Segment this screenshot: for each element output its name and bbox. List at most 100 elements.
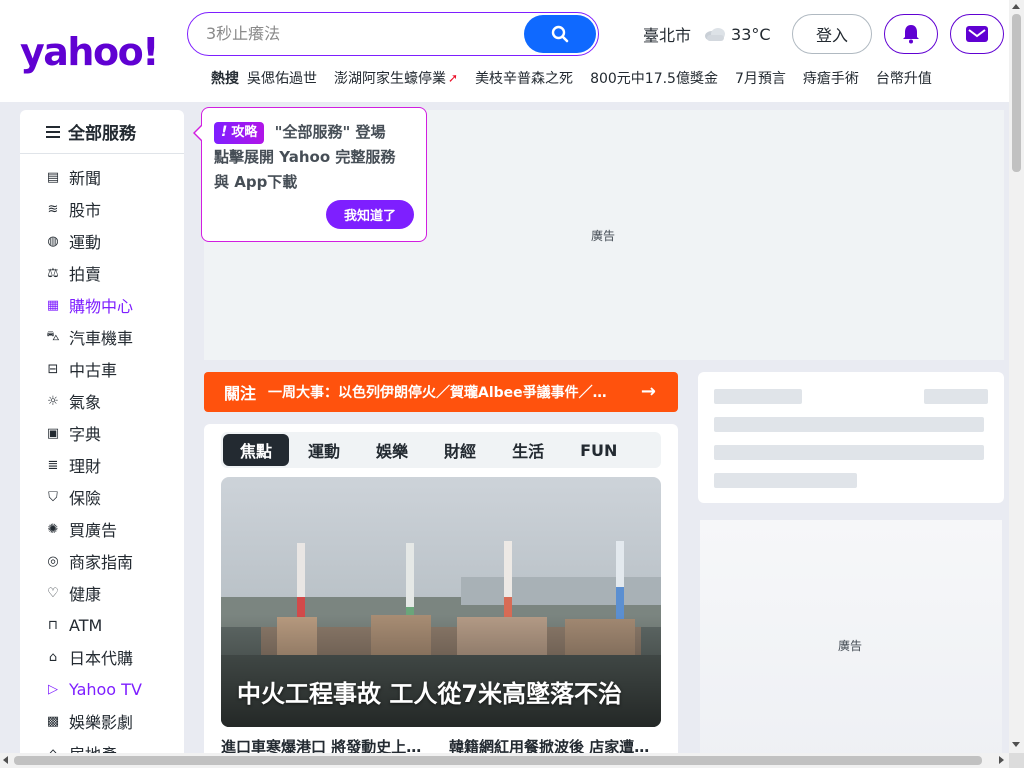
trending-item[interactable]: 800元中17.5億獎金: [590, 68, 718, 88]
sidebar-item-label: 拍賣: [69, 265, 102, 284]
search-input[interactable]: [206, 13, 526, 54]
skeleton-line: [924, 389, 988, 404]
tooltip-text: ! 攻略 "全部服務" 登場 點擊展開 Yahoo 完整服務 與 App下載: [214, 120, 414, 195]
search-button[interactable]: [524, 15, 596, 53]
ad-label: 廣告: [591, 229, 616, 243]
sidebar-item-label: 購物中心: [69, 297, 134, 316]
all-services-label: 全部服務: [68, 124, 136, 144]
tooltip-dismiss-button[interactable]: 我知道了: [326, 200, 414, 229]
weather-city: 臺北市: [643, 26, 692, 45]
sidebar-item[interactable]: ▩ 娛樂影劇: [20, 705, 184, 737]
scroll-left-icon[interactable]: [3, 756, 8, 764]
notifications-button[interactable]: [884, 14, 938, 54]
search-icon: [551, 25, 569, 43]
sidebar-item[interactable]: ⌂ 日本代購: [20, 641, 184, 673]
focus-banner[interactable]: 關注 一周大事：以色列伊朗停火／賀瓏Albee爭議事件／賴清德罷免風波 →: [204, 372, 678, 412]
scrollbar-corner: [1009, 753, 1024, 768]
vertical-scroll-thumb[interactable]: [1012, 14, 1021, 172]
sidebar-item-label: 氣象: [69, 393, 102, 412]
tooltip-line1: "全部服務" 登場: [274, 123, 386, 141]
trending-item[interactable]: 吳偲佑過世: [247, 68, 317, 88]
sidebar-item[interactable]: ⊟ 中古車: [20, 353, 184, 385]
sidebar-item[interactable]: ♡ 健康: [20, 577, 184, 609]
trending-item-text: 痔瘡手術: [802, 71, 859, 87]
sidebar-item[interactable]: ≣ 理財: [20, 449, 184, 481]
tooltip-line3: 與 App下載: [214, 173, 298, 191]
tab-sports[interactable]: 運動: [291, 434, 357, 466]
sidebar-item-label: 買廣告: [69, 521, 118, 540]
shopping-icon: ▦: [46, 297, 60, 313]
focus-headline: 一周大事：以色列伊朗停火／賀瓏Albee爭議事件／賴清德罷免風波: [268, 385, 618, 401]
skeleton-line: [714, 445, 984, 460]
newspaper-icon: ▤: [46, 169, 60, 185]
sidebar-item[interactable]: ✺ 買廣告: [20, 513, 184, 545]
sidebar-item[interactable]: ▣ 字典: [20, 417, 184, 449]
tooltip-line2: 點擊展開 Yahoo 完整服務: [214, 148, 396, 166]
vertical-scrollbar[interactable]: [1009, 0, 1024, 768]
trending-item[interactable]: 美枝辛普森之死: [475, 68, 573, 88]
trending-item-text: 7月預言: [734, 71, 786, 87]
right-ad-banner[interactable]: 廣告: [700, 520, 1002, 768]
tooltip-tag: ! 攻略: [214, 121, 265, 144]
sidebar-item-label: 中古車: [69, 361, 118, 380]
horizontal-scroll-thumb[interactable]: [14, 756, 982, 765]
login-button[interactable]: 登入: [792, 14, 872, 54]
trending-item-text: 800元中17.5億獎金: [590, 71, 718, 87]
sidebar-item-label: 娛樂影劇: [69, 713, 134, 732]
car-icon: ⊟: [47, 361, 59, 377]
trending-item-text: 吳偲佑過世: [247, 71, 317, 87]
top-header: yahoo! 臺北市 33°C 登入 熱搜 吳偲: [0, 0, 1009, 102]
ball-icon: ◍: [47, 233, 59, 249]
tab-finance[interactable]: 財經: [427, 434, 493, 466]
coins-icon: ≣: [47, 457, 59, 473]
horizontal-scrollbar[interactable]: [0, 753, 1009, 768]
auction-icon: ⚖: [47, 265, 59, 281]
hero-headline: 中火工程事故 工人從7米高墜落不治: [237, 680, 623, 708]
scroll-right-icon[interactable]: [999, 756, 1004, 764]
sidebar-item[interactable]: ≋ 股市: [20, 193, 184, 225]
trending-item[interactable]: 7月預言: [735, 68, 786, 88]
scroll-up-icon[interactable]: [1012, 4, 1020, 9]
atm-icon: ⊓: [47, 617, 59, 633]
sidebar-item[interactable]: ◎ 商家指南: [20, 545, 184, 577]
sidebar-item[interactable]: ⚖ 拍賣: [20, 257, 184, 289]
tab-life[interactable]: 生活: [495, 434, 561, 466]
sidebar-item[interactable]: ⛉ 保險: [20, 481, 184, 513]
tv-icon: ▷: [48, 681, 58, 697]
scroll-down-icon[interactable]: [1012, 742, 1020, 747]
search-box: [187, 12, 599, 56]
weather-widget[interactable]: 臺北市 33°C: [643, 22, 771, 46]
bag-icon: ⌂: [48, 649, 58, 665]
tooltip-arrow-inner: [195, 125, 203, 141]
loading-skeleton: [698, 372, 1004, 503]
sidebar-item[interactable]: ▤ 新聞: [20, 161, 184, 193]
sidebar-item-label: 字典: [69, 425, 102, 444]
tab-focus[interactable]: 焦點: [223, 434, 290, 466]
trending-item[interactable]: 澎湖阿家生蠔停業 ➚: [334, 68, 458, 88]
weather-temperature: 33°C: [731, 24, 771, 44]
sidebar-item[interactable]: ▷ Yahoo TV: [20, 673, 184, 705]
trending-item[interactable]: 痔瘡手術: [803, 68, 859, 88]
sidebar-item[interactable]: ⊓ ATM: [20, 609, 184, 641]
sidebar-item[interactable]: ◍ 運動: [20, 225, 184, 257]
sidebar-item-label: 運動: [69, 233, 102, 252]
sidebar-item[interactable]: ▦ 購物中心: [20, 289, 184, 321]
skeleton-line: [714, 473, 857, 488]
yahoo-logo[interactable]: yahoo!: [20, 32, 160, 72]
trending-item[interactable]: 台幣升值: [876, 68, 932, 88]
sidebar-item[interactable]: ⛍ 汽車機車: [20, 321, 184, 353]
hero-story[interactable]: 中火工程事故 工人從7米高墜落不治: [221, 477, 661, 727]
trending-item-text: 台幣升值: [875, 71, 932, 87]
shield-icon: ⛉: [48, 489, 58, 505]
trending-item-text: 美枝辛普森之死: [475, 71, 574, 87]
clapper-icon: ▩: [46, 713, 60, 729]
tab-fun[interactable]: FUN: [563, 434, 634, 466]
sidebar-item-label: 保險: [69, 489, 102, 508]
all-services-toggle[interactable]: 全部服務: [20, 110, 184, 154]
sidebar-item-label: 汽車機車: [69, 329, 134, 348]
tooltip-tag-label: 攻略: [231, 125, 258, 140]
mail-button[interactable]: [950, 14, 1004, 54]
sidebar-item[interactable]: ☼ 氣象: [20, 385, 184, 417]
cloud-icon: [705, 28, 726, 41]
tab-entertainment[interactable]: 娛樂: [359, 434, 425, 466]
